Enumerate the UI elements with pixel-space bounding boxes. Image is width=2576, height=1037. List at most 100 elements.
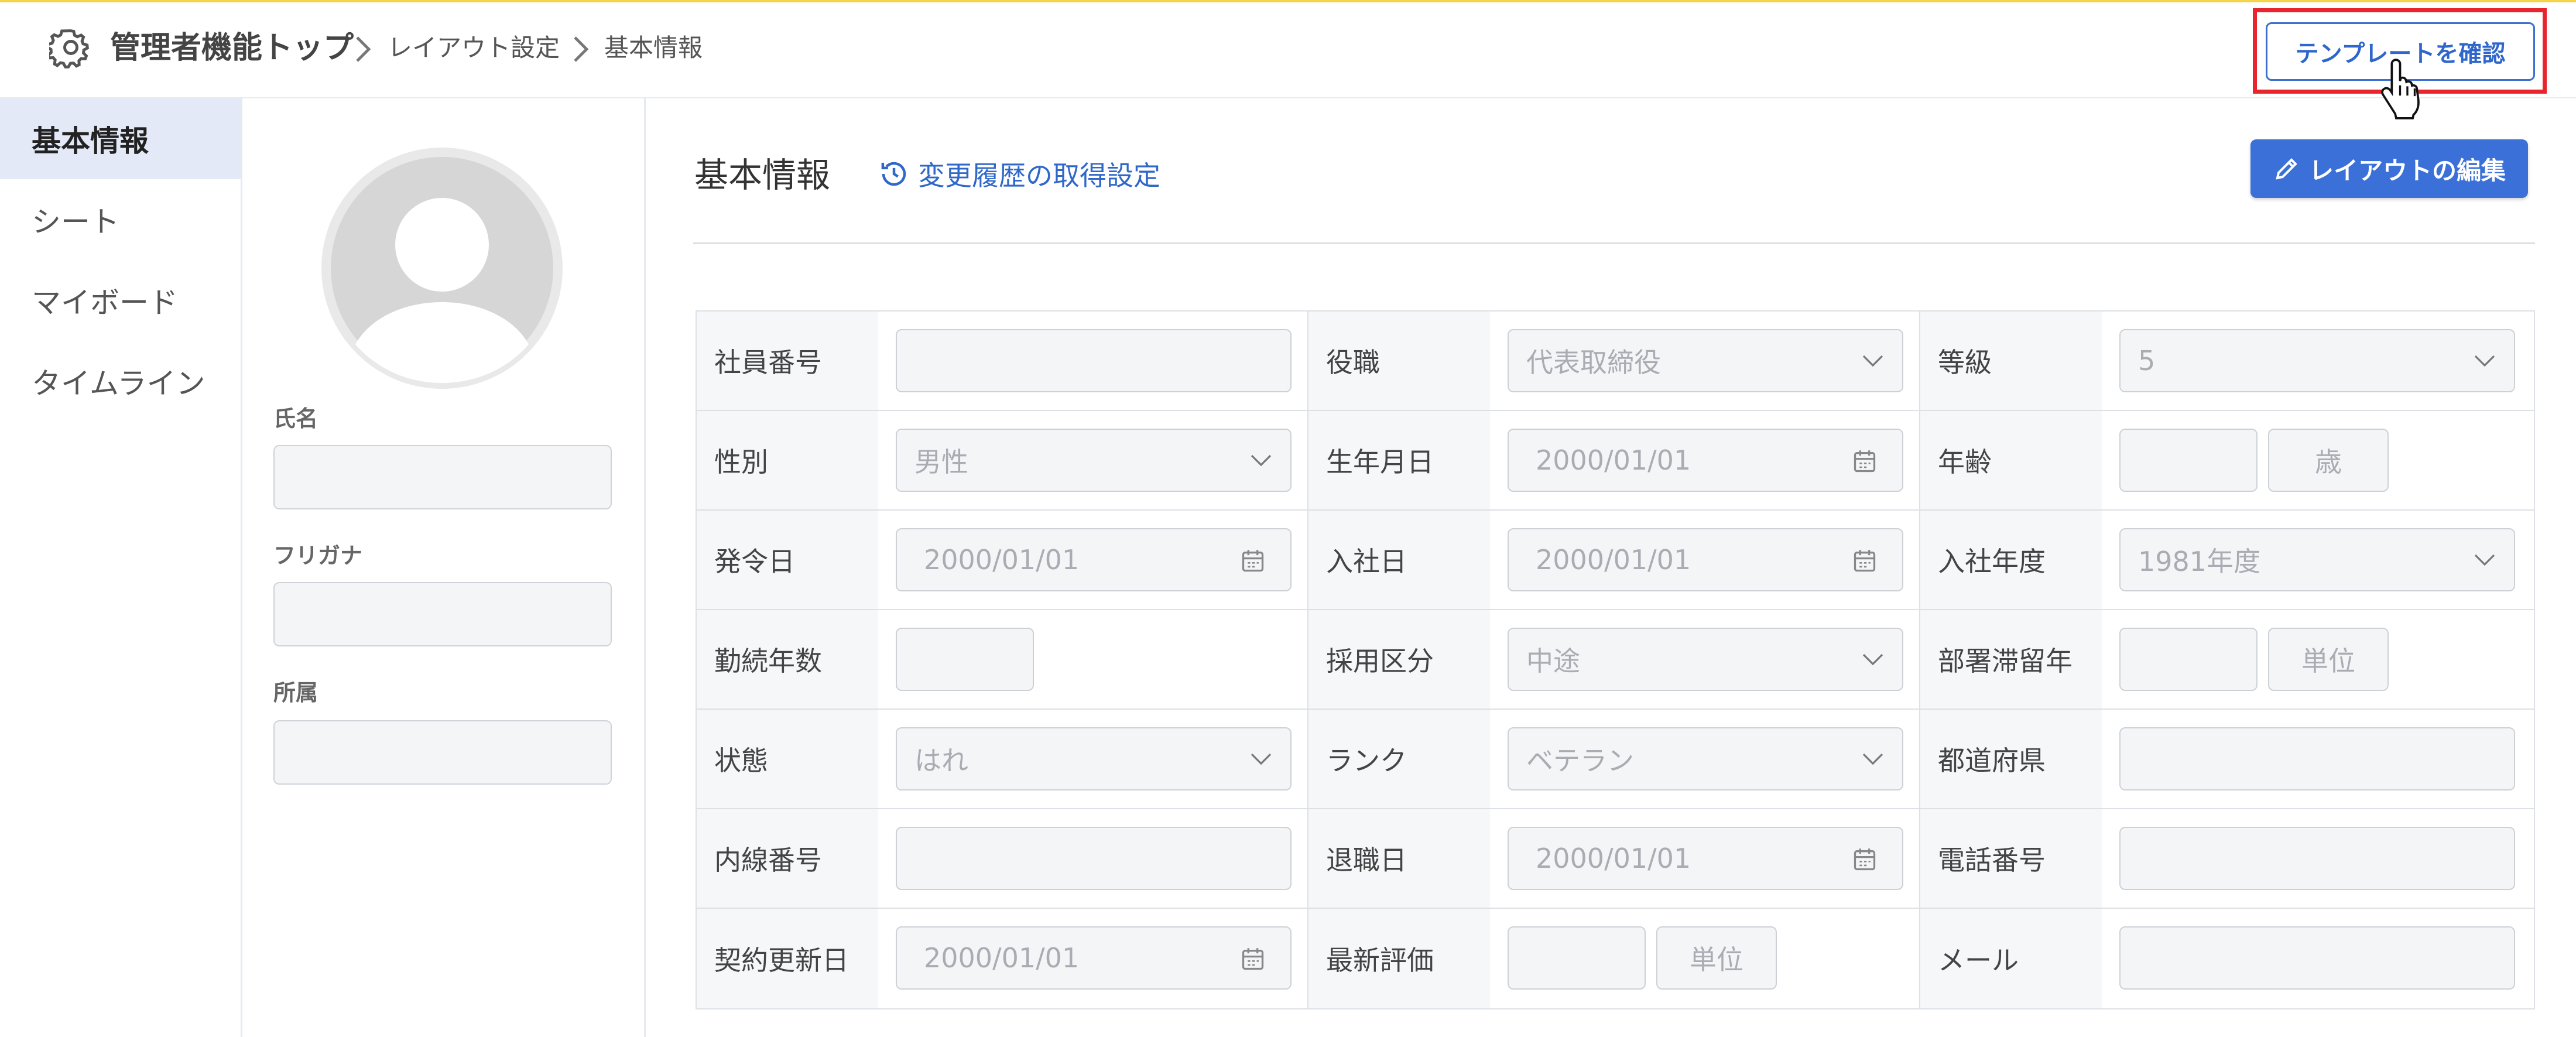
breadcrumb-layout-settings[interactable]: レイアウト設定 xyxy=(388,29,560,67)
unit-field[interactable]: 単位 xyxy=(1656,926,1777,990)
edit-layout-button[interactable]: レイアウトの編集 xyxy=(2250,139,2528,198)
chevron-down-icon xyxy=(1251,753,1272,765)
field-label: 最新評価 xyxy=(1308,909,1490,1008)
field-cell: 部署滞留年 単位 xyxy=(1920,610,2534,710)
text-input[interactable] xyxy=(896,329,1292,392)
field-cell: 生年月日 2000/01/01 xyxy=(1308,411,1920,511)
field-cell: 年齢 歳 xyxy=(1920,411,2534,511)
chevron-right-icon xyxy=(574,36,589,62)
furigana-label: フリガナ xyxy=(273,543,363,569)
field-label: 等級 xyxy=(1920,312,2102,410)
basic-info-grid: 社員番号 役職 代表取締役 等級 5 性別 男性 生年月日 2000/01/01 年齢 歳発令日 20… xyxy=(696,310,2535,1009)
chevron-down-icon xyxy=(2474,554,2495,566)
number-input[interactable] xyxy=(896,628,1034,691)
field-label: ランク xyxy=(1308,710,1490,808)
field-label: 退職日 xyxy=(1308,809,1490,908)
field-cell: 都道府県 xyxy=(1920,710,2534,809)
field-label: 電話番号 xyxy=(1920,809,2102,908)
calendar-icon xyxy=(1854,450,1876,473)
field-value: 2000/01/01 xyxy=(1536,444,1691,476)
date-field[interactable]: 2000/01/01 xyxy=(896,926,1292,990)
field-value: 1981年度 xyxy=(2138,546,2261,577)
field-label: 内線番号 xyxy=(697,809,878,908)
name-label: 氏名 xyxy=(273,406,318,432)
field-cell: 社員番号 xyxy=(697,312,1308,411)
field-cell: 役職 代表取締役 xyxy=(1308,312,1920,411)
number-input[interactable] xyxy=(1508,926,1646,990)
field-label: 部署滞留年 xyxy=(1920,610,2102,709)
date-field[interactable]: 2000/01/01 xyxy=(1508,528,1903,591)
field-label: 採用区分 xyxy=(1308,610,1490,709)
calendar-icon xyxy=(1242,948,1264,970)
field-cell: 最新評価 単位 xyxy=(1308,909,1920,1008)
avatar[interactable] xyxy=(321,148,563,389)
breadcrumb-root[interactable]: 管理者機能トップ xyxy=(110,27,354,69)
text-input[interactable] xyxy=(2119,926,2515,990)
field-cell: 採用区分 中途 xyxy=(1308,610,1920,710)
chevron-down-icon xyxy=(2474,355,2495,367)
field-cell: 退職日 2000/01/01 xyxy=(1308,809,1920,909)
pencil-icon xyxy=(2276,158,2297,180)
field-value: 5 xyxy=(2138,345,2156,377)
date-field[interactable]: 2000/01/01 xyxy=(1508,429,1903,492)
field-label: 発令日 xyxy=(697,511,878,609)
sidebar-item-basic-info[interactable]: 基本情報 xyxy=(0,98,241,179)
edit-layout-label: レイアウトの編集 xyxy=(2308,156,2506,185)
unit-field[interactable]: 単位 xyxy=(2268,628,2389,691)
sidebar-nav: 基本情報 シート マイボード タイムライン xyxy=(0,98,242,1037)
chevron-down-icon xyxy=(1862,753,1883,765)
field-value: 中途 xyxy=(1526,645,1580,677)
chevron-right-icon xyxy=(356,36,371,62)
select-field[interactable]: 1981年度 xyxy=(2119,528,2515,591)
select-field[interactable]: 男性 xyxy=(896,429,1292,492)
field-label: 生年月日 xyxy=(1308,411,1490,509)
field-cell: 発令日 2000/01/01 xyxy=(697,511,1308,610)
select-field[interactable]: 5 xyxy=(2119,329,2515,392)
name-field[interactable] xyxy=(273,445,612,509)
field-cell: 電話番号 xyxy=(1920,809,2534,909)
text-input[interactable] xyxy=(2119,727,2515,790)
select-field[interactable]: ベテラン xyxy=(1508,727,1903,790)
unit-field[interactable]: 歳 xyxy=(2268,429,2389,492)
field-value: 男性 xyxy=(914,446,968,478)
field-label: 勤続年数 xyxy=(697,610,878,709)
field-cell: ランク ベテラン xyxy=(1308,710,1920,809)
gear-icon[interactable] xyxy=(49,26,93,69)
field-value: はれ xyxy=(914,745,968,776)
select-field[interactable]: 代表取締役 xyxy=(1508,329,1903,392)
field-value: 2000/01/01 xyxy=(924,942,1080,974)
text-input[interactable] xyxy=(896,827,1292,890)
calendar-icon xyxy=(1854,848,1876,871)
field-label: 都道府県 xyxy=(1920,710,2102,808)
furigana-field[interactable] xyxy=(273,582,612,646)
date-field[interactable]: 2000/01/01 xyxy=(1508,827,1903,890)
number-input[interactable] xyxy=(2119,628,2258,691)
sidebar-item-myboard[interactable]: マイボード xyxy=(0,260,241,341)
select-field[interactable]: 中途 xyxy=(1508,628,1903,691)
breadcrumb-current: 基本情報 xyxy=(604,33,703,62)
text-input[interactable] xyxy=(2119,827,2515,890)
user-silhouette-icon xyxy=(331,157,553,383)
field-label: 性別 xyxy=(697,411,878,509)
sidebar-item-timeline[interactable]: タイムライン xyxy=(0,341,241,422)
profile-panel: 氏名 フリガナ 所属 xyxy=(244,98,646,1037)
select-field[interactable]: はれ xyxy=(896,727,1292,790)
field-cell: 状態 はれ xyxy=(697,710,1308,809)
history-settings-link[interactable]: 変更履歴の取得設定 xyxy=(878,155,1160,193)
affiliation-field[interactable] xyxy=(273,720,612,785)
field-cell: 契約更新日 2000/01/01 xyxy=(697,909,1308,1008)
number-input[interactable] xyxy=(2119,429,2258,492)
field-value: ベテラン xyxy=(1526,745,1634,776)
header-bar: 管理者機能トップ レイアウト設定 基本情報 テンプレートを確認 xyxy=(0,2,2576,119)
divider xyxy=(693,242,2535,244)
field-label: 契約更新日 xyxy=(697,909,878,1008)
chevron-down-icon xyxy=(1862,355,1883,367)
date-field[interactable]: 2000/01/01 xyxy=(896,528,1292,591)
chevron-down-icon xyxy=(1862,653,1883,666)
field-label: メール xyxy=(1920,909,2102,1008)
field-cell: 勤続年数 xyxy=(697,610,1308,710)
field-label: 入社日 xyxy=(1308,511,1490,609)
calendar-icon xyxy=(1854,550,1876,572)
chevron-down-icon xyxy=(1251,454,1272,467)
sidebar-item-sheet[interactable]: シート xyxy=(0,179,241,260)
